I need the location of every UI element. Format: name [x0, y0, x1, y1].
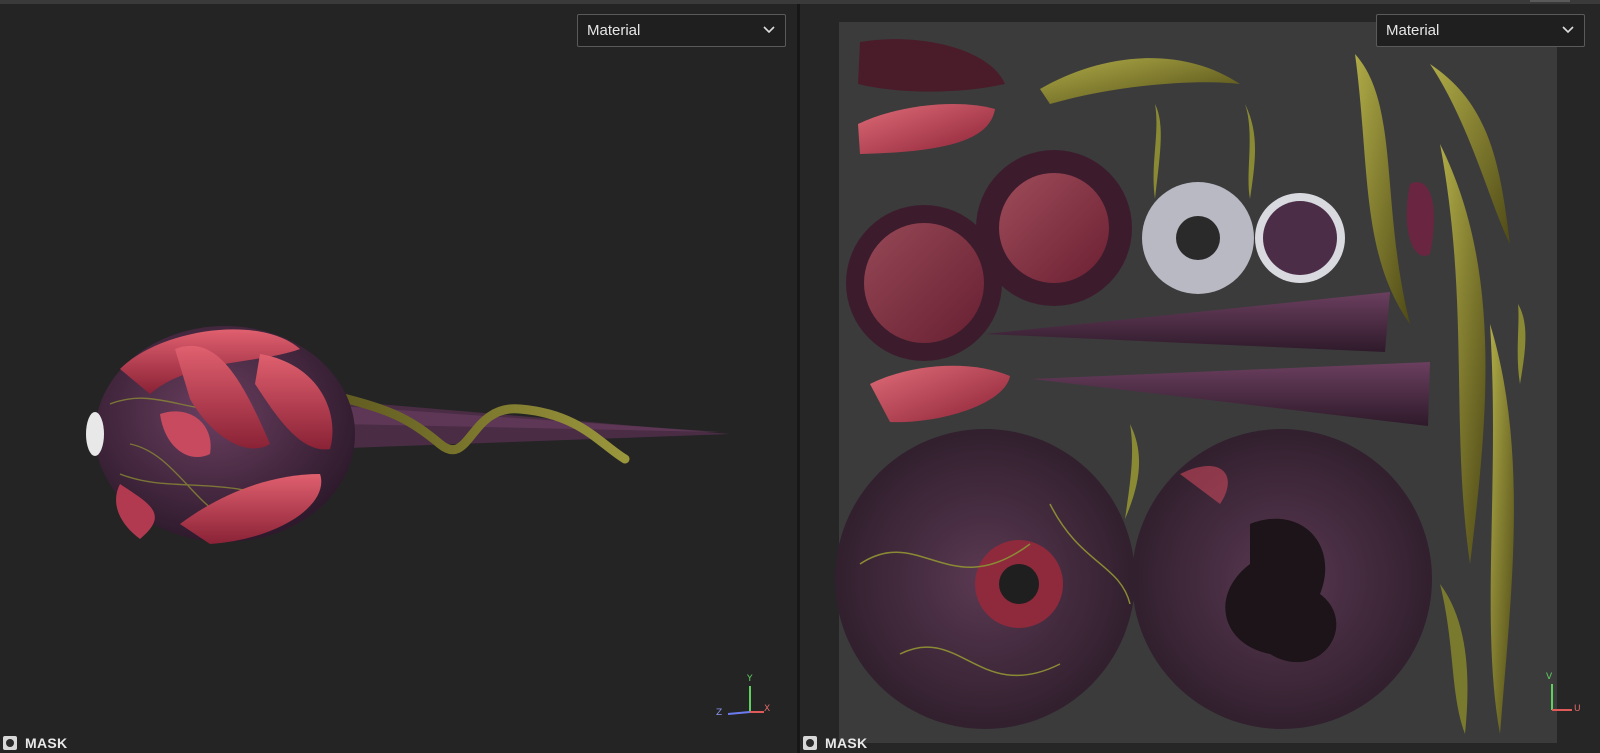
- viewport-mode-dropdown[interactable]: Material: [577, 14, 786, 47]
- mask-label: MASK: [25, 735, 68, 751]
- 2d-uv-viewport[interactable]: Material V U MASK: [800, 4, 1600, 753]
- axis-x-label: X: [764, 704, 771, 714]
- mask-toggle-icon[interactable]: [3, 736, 17, 750]
- dropdown-selected-value: Material: [587, 22, 641, 39]
- axis-z-label: Z: [716, 708, 723, 718]
- 3d-model-render: [86, 326, 730, 544]
- viewport-mode-dropdown[interactable]: Material: [1376, 14, 1585, 47]
- mask-toggle[interactable]: MASK: [803, 733, 867, 753]
- uv-texture-sheet: [835, 22, 1557, 743]
- mask-toggle[interactable]: MASK: [3, 733, 67, 753]
- axis-v-label: V: [1546, 672, 1553, 682]
- chevron-down-icon: [763, 26, 775, 34]
- mask-toggle-icon[interactable]: [803, 736, 817, 750]
- chevron-down-icon: [1562, 26, 1574, 34]
- axis-gizmo-icon: V U: [1542, 672, 1582, 722]
- axis-gizmo-icon: Y Z X: [712, 674, 772, 724]
- 3d-viewport[interactable]: Material Y Z X MASK: [0, 4, 797, 753]
- mask-label: MASK: [825, 735, 868, 751]
- dropdown-selected-value: Material: [1386, 22, 1440, 39]
- top-strip-handle[interactable]: [1530, 0, 1570, 2]
- pupil-cap: [86, 412, 104, 456]
- axis-y-label: Y: [747, 674, 753, 684]
- axis-u-label: U: [1574, 704, 1581, 714]
